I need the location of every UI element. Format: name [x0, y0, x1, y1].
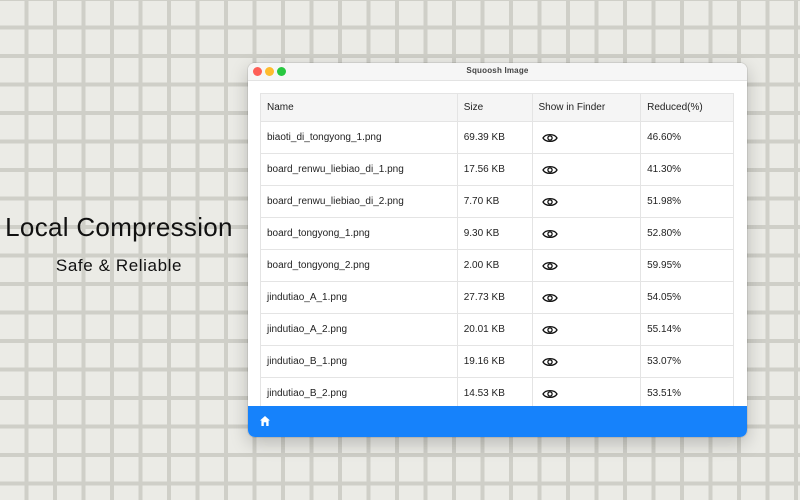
file-size-cell: 17.56 KB [456, 153, 533, 186]
title-bar[interactable]: Squoosh Image [248, 63, 747, 81]
window-title: Squoosh Image [466, 66, 529, 75]
file-size-cell: 7.70 KB [456, 185, 533, 218]
eye-icon[interactable] [541, 228, 558, 240]
show-in-finder-cell [531, 121, 642, 154]
file-name-cell: board_tongyong_2.png [260, 249, 458, 282]
show-in-finder-cell [531, 153, 642, 186]
eye-icon[interactable] [541, 196, 558, 208]
file-name-cell: jindutiao_B_1.png [260, 345, 458, 378]
reduced-percent-cell: 52.80% [640, 217, 734, 250]
show-in-finder-cell [531, 217, 642, 250]
column-header-name: Name [260, 93, 458, 122]
file-name-cell: board_renwu_liebiao_di_2.png [260, 185, 458, 218]
table-row[interactable]: biaoti_di_tongyong_1.png 69.39 KB 46.60% [260, 121, 734, 154]
show-in-finder-cell [531, 281, 642, 314]
show-in-finder-cell [531, 249, 642, 282]
table-row[interactable]: board_renwu_liebiao_di_2.png 7.70 KB 51.98… [260, 185, 734, 218]
promo-subline: Safe & Reliable [55, 256, 183, 275]
eye-icon[interactable] [541, 292, 558, 304]
promo-headline: Local Compression [5, 212, 233, 242]
file-size-cell: 14.53 KB [456, 377, 533, 406]
file-size-cell: 20.01 KB [456, 313, 533, 346]
file-list-area[interactable]: Name Size Show in Finder Reduced(%) biao… [248, 81, 747, 406]
app-window: Squoosh Image Name Size Show in Finder R… [248, 63, 747, 437]
file-size-cell: 19.16 KB [456, 345, 533, 378]
show-in-finder-cell [531, 345, 642, 378]
table-row[interactable]: board_tongyong_2.png 2.00 KB 59.95% [260, 249, 734, 282]
reduced-percent-cell: 59.95% [640, 249, 734, 282]
column-header-show-in-finder: Show in Finder [531, 93, 642, 122]
home-icon[interactable] [259, 415, 271, 427]
table-row[interactable]: board_tongyong_1.png 9.30 KB 52.80% [260, 217, 734, 250]
eye-icon[interactable] [541, 260, 558, 272]
table-row[interactable]: board_renwu_liebiao_di_1.png 17.56 KB 41.3… [260, 153, 734, 186]
column-header-reduced: Reduced(%) [640, 93, 734, 122]
eye-icon[interactable] [541, 132, 558, 144]
table-row[interactable]: jindutiao_A_2.png 20.01 KB 55.14% [260, 313, 734, 346]
file-name-cell: jindutiao_B_2.png [260, 377, 458, 406]
file-name-cell: board_tongyong_1.png [260, 217, 458, 250]
eye-icon[interactable] [541, 324, 558, 336]
file-name-cell: jindutiao_A_1.png [260, 281, 458, 314]
reduced-percent-cell: 41.30% [640, 153, 734, 186]
file-size-cell: 2.00 KB [456, 249, 533, 282]
file-size-cell: 9.30 KB [456, 217, 533, 250]
eye-icon[interactable] [541, 356, 558, 368]
file-table: Name Size Show in Finder Reduced(%) biao… [260, 93, 734, 406]
reduced-percent-cell: 53.51% [640, 377, 734, 406]
eye-icon[interactable] [541, 388, 558, 400]
file-size-cell: 69.39 KB [456, 121, 533, 154]
show-in-finder-cell [531, 377, 642, 406]
reduced-percent-cell: 53.07% [640, 345, 734, 378]
table-row[interactable]: jindutiao_A_1.png 27.73 KB 54.05% [260, 281, 734, 314]
file-name-cell: jindutiao_A_2.png [260, 313, 458, 346]
file-size-cell: 27.73 KB [456, 281, 533, 314]
show-in-finder-cell [531, 185, 642, 218]
eye-icon[interactable] [541, 164, 558, 176]
reduced-percent-cell: 54.05% [640, 281, 734, 314]
table-row[interactable]: jindutiao_B_2.png 14.53 KB 53.51% [260, 377, 734, 406]
table-row[interactable]: jindutiao_B_1.png 19.16 KB 53.07% [260, 345, 734, 378]
file-name-cell: biaoti_di_tongyong_1.png [260, 121, 458, 154]
reduced-percent-cell: 51.98% [640, 185, 734, 218]
file-name-cell: board_renwu_liebiao_di_1.png [260, 153, 458, 186]
reduced-percent-cell: 55.14% [640, 313, 734, 346]
reduced-percent-cell: 46.60% [640, 121, 734, 154]
column-header-size: Size [456, 93, 533, 122]
table-header-row: Name Size Show in Finder Reduced(%) [260, 93, 734, 122]
show-in-finder-cell [531, 313, 642, 346]
bottom-bar [248, 406, 747, 437]
